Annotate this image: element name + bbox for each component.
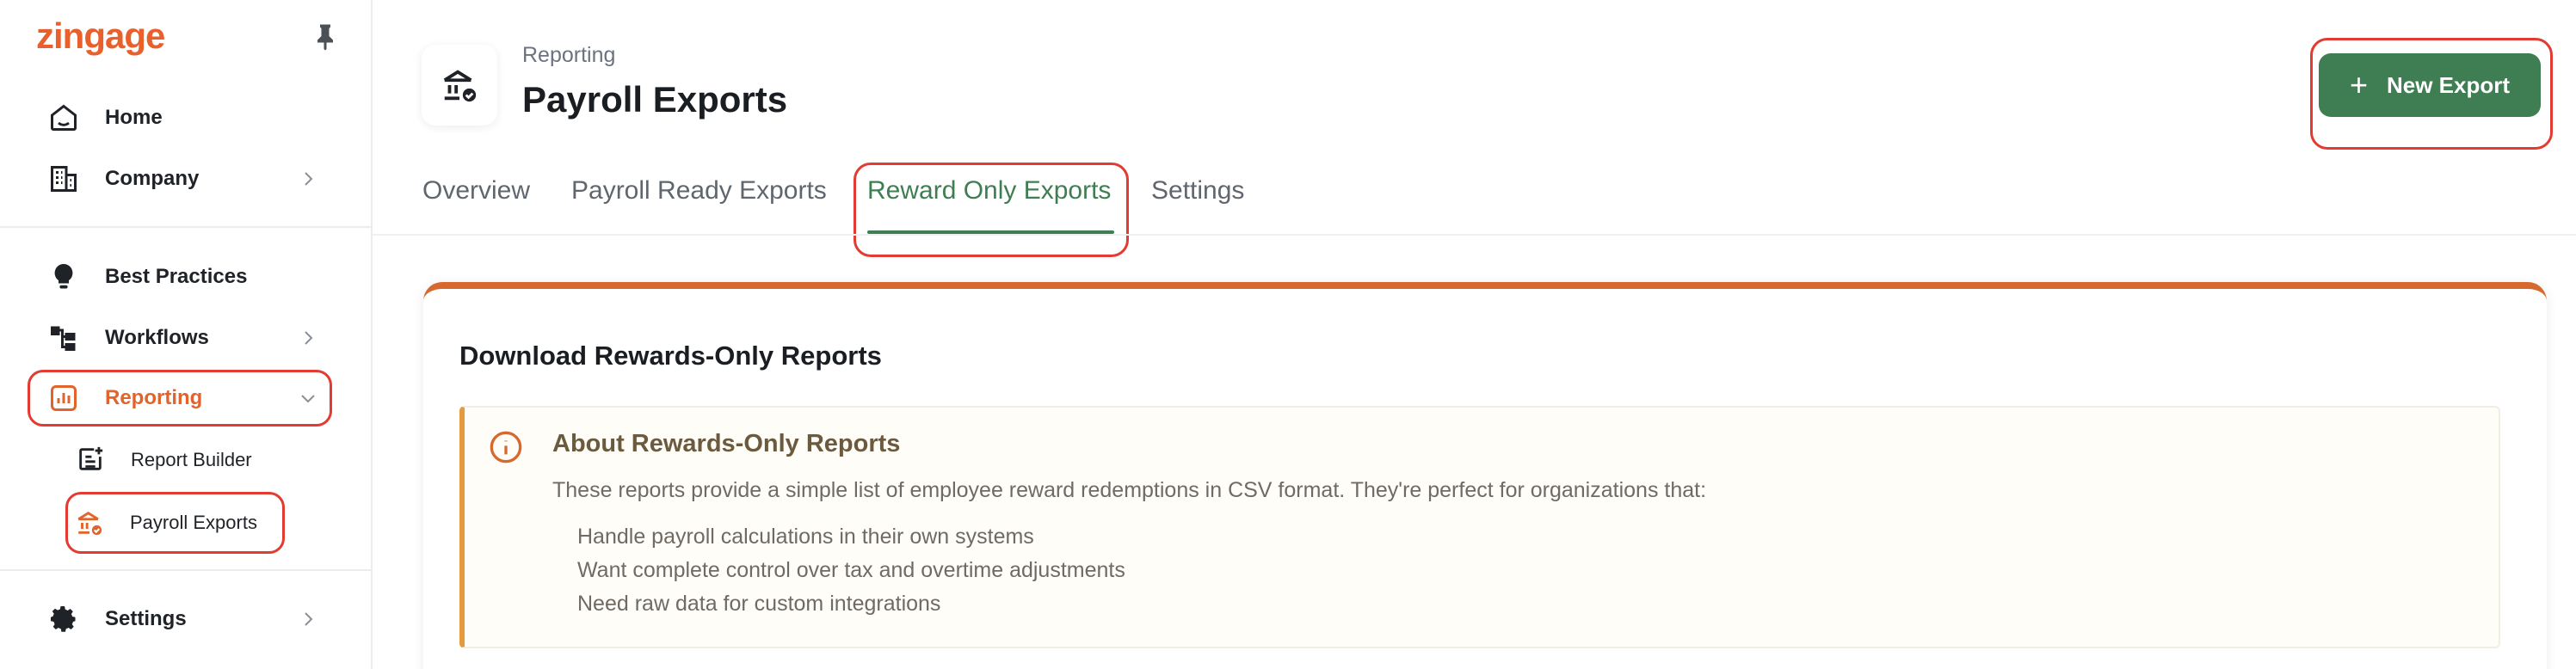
- sidebar-item-label: Workflows: [105, 326, 209, 349]
- sidebar-divider: [0, 226, 371, 228]
- page-title: Payroll Exports: [522, 79, 788, 120]
- sidebar-subitem-payroll-exports[interactable]: Payroll Exports: [65, 492, 285, 554]
- list-item: Want complete control over tax and overt…: [577, 558, 1125, 582]
- report-builder-icon: [79, 446, 103, 470]
- info-callout: About Rewards-Only Reports These reports…: [459, 406, 2500, 648]
- new-export-label: New Export: [2387, 71, 2511, 98]
- sidebar-item-reporting[interactable]: Reporting: [28, 370, 332, 427]
- chevron-down-icon: [301, 395, 315, 403]
- gear-icon: [51, 606, 76, 632]
- tab-overview[interactable]: Overview: [422, 176, 530, 206]
- sidebar-item-label: Company: [105, 167, 200, 190]
- sidebar-item-label: Settings: [105, 607, 187, 630]
- sidebar-item-label: Home: [105, 106, 163, 129]
- info-description: These reports provide a simple list of e…: [552, 478, 1707, 502]
- lightbulb-icon: [54, 264, 73, 289]
- card-title: Download Rewards-Only Reports: [459, 341, 882, 371]
- sidebar-item-label: Reporting: [105, 386, 203, 409]
- plus-icon: +: [2349, 67, 2368, 102]
- page-header-icon: [422, 45, 497, 126]
- workflow-icon: [51, 326, 76, 351]
- chevron-right-icon: [305, 331, 313, 345]
- chevron-right-icon: [305, 612, 313, 626]
- sidebar-subitem-label: Payroll Exports: [130, 512, 257, 533]
- list-item: Handle payroll calculations in their own…: [577, 525, 1034, 549]
- chart-icon: [51, 385, 77, 411]
- list-item: Need raw data for custom integrations: [577, 592, 941, 616]
- sidebar-subitem-label: Report Builder: [131, 449, 252, 470]
- pin-icon[interactable]: [310, 19, 341, 53]
- new-export-button[interactable]: + New Export: [2319, 53, 2541, 117]
- chevron-right-icon: [305, 172, 313, 186]
- sidebar-item-label: Best Practices: [105, 265, 248, 288]
- bank-check-icon: [443, 70, 477, 102]
- home-icon: [51, 104, 77, 131]
- info-icon: [490, 431, 522, 463]
- sidebar-item-company[interactable]: Company: [28, 151, 332, 206]
- sidebar-subitem-report-builder[interactable]: Report Builder: [69, 434, 293, 486]
- rewards-only-card: Download Rewards-Only Reports About Rewa…: [423, 282, 2547, 669]
- building-icon: [51, 166, 77, 192]
- sidebar-item-workflows[interactable]: Workflows: [28, 310, 332, 365]
- zingage-logo[interactable]: zingage: [36, 15, 165, 57]
- sidebar-item-best-practices[interactable]: Best Practices: [28, 249, 332, 304]
- tab-settings[interactable]: Settings: [1151, 176, 1244, 206]
- sidebar: zingage Home Company Best Practices Work…: [0, 0, 373, 669]
- breadcrumb[interactable]: Reporting: [522, 43, 615, 68]
- sidebar-item-settings[interactable]: Settings: [28, 592, 332, 647]
- active-tab-highlight: [854, 163, 1129, 257]
- tabs-divider: [373, 234, 2576, 236]
- bank-check-icon: [77, 511, 102, 536]
- info-title: About Rewards-Only Reports: [552, 430, 901, 457]
- tab-payroll-ready-exports[interactable]: Payroll Ready Exports: [571, 176, 827, 206]
- sidebar-divider: [0, 569, 371, 571]
- sidebar-item-home[interactable]: Home: [28, 90, 332, 145]
